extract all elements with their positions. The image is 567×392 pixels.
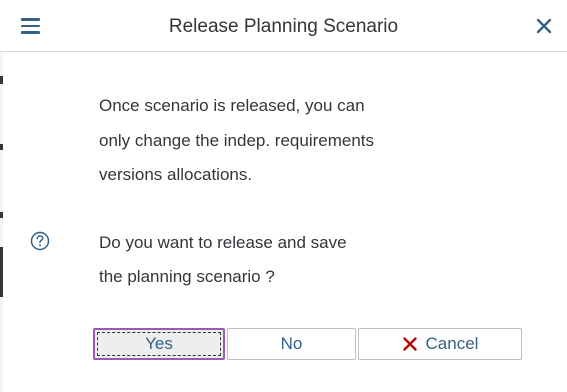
red-x-icon	[402, 337, 417, 351]
close-button[interactable]	[530, 12, 558, 40]
question-line-1: Do you want to release and save	[99, 233, 347, 252]
message-line-2: only change the indep. requirements	[99, 131, 375, 150]
cancel-button-label: Cancel	[425, 334, 479, 353]
yes-button-label: Yes	[145, 334, 173, 353]
question-line-2: the planning scenario ?	[99, 267, 275, 286]
close-icon	[536, 18, 552, 34]
background-edge	[0, 52, 3, 392]
yes-button[interactable]: Yes	[93, 328, 225, 360]
cancel-button[interactable]: Cancel	[358, 328, 522, 360]
dialog-title: Release Planning Scenario	[168, 16, 399, 37]
no-button-label: No	[280, 334, 303, 353]
release-dialog: Release Planning Scenario Once scenario …	[0, 0, 567, 392]
message-line-1: Once scenario is released, you can	[99, 96, 365, 115]
question-circle-icon	[30, 231, 50, 251]
dialog-header: Release Planning Scenario	[0, 0, 567, 52]
message-line-3: versions allocations.	[99, 165, 253, 184]
no-button[interactable]: No	[227, 328, 356, 360]
